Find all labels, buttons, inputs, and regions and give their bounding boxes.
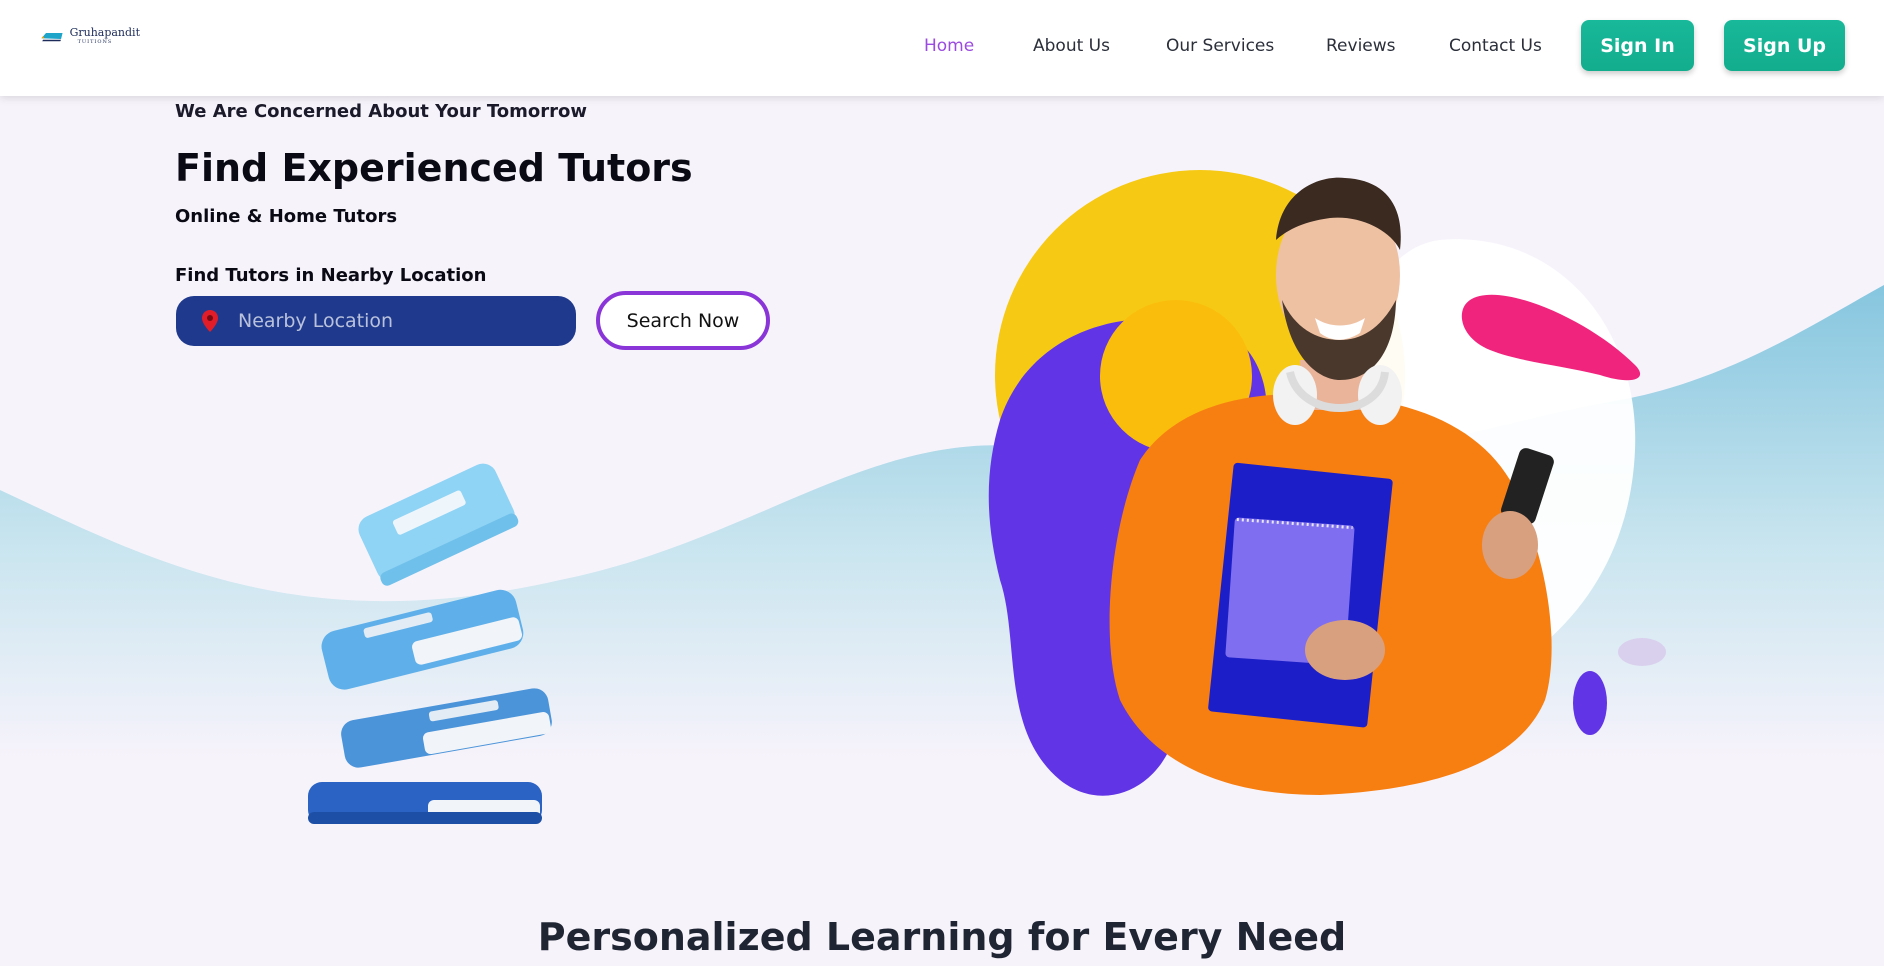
brand-logo[interactable]: Gruhapandit TUITIONS (40, 24, 140, 48)
search-now-button[interactable]: Search Now (596, 291, 770, 350)
location-pin-icon (202, 310, 218, 332)
books-illustration (308, 463, 552, 824)
logo-title: Gruhapandit (69, 26, 140, 39)
find-tutors-label: Find Tutors in Nearby Location (175, 265, 487, 286)
location-input[interactable] (238, 310, 558, 332)
nav-our-services[interactable]: Our Services (1166, 36, 1274, 56)
hero-background (0, 170, 1884, 824)
logo-book-icon (41, 32, 63, 42)
nav-home[interactable]: Home (924, 36, 974, 56)
hero-subline: Online & Home Tutors (175, 206, 398, 227)
sign-in-button[interactable]: Sign In (1581, 20, 1694, 71)
sign-up-button[interactable]: Sign Up (1724, 20, 1845, 71)
nav-about-us[interactable]: About Us (1033, 36, 1110, 56)
nav-contact-us[interactable]: Contact Us (1449, 36, 1542, 56)
section-heading: Personalized Learning for Every Need (537, 915, 1347, 959)
hero-headline: Find Experienced Tutors (175, 146, 693, 190)
hero-tagline: We Are Concerned About Your Tomorrow (175, 101, 587, 122)
nav-reviews[interactable]: Reviews (1326, 36, 1396, 56)
logo-subtitle: TUITIONS (77, 39, 113, 45)
location-field[interactable] (176, 296, 576, 346)
site-header: Gruhapandit TUITIONS Home About Us Our S… (0, 0, 1884, 96)
